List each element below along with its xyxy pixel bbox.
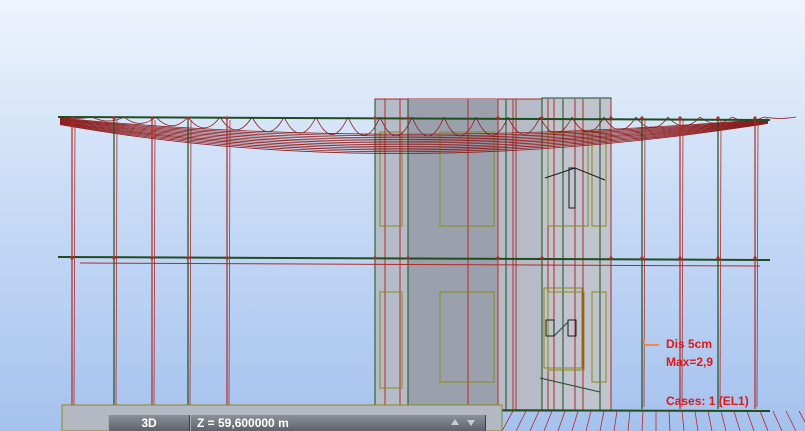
column-deformed bbox=[73, 119, 76, 408]
column-deformed bbox=[153, 119, 156, 408]
node bbox=[678, 256, 682, 260]
load-case-label: Cases: 1 (EL1) bbox=[666, 394, 749, 408]
max-value-label: Max=2,9 bbox=[666, 355, 714, 369]
node bbox=[112, 256, 116, 260]
ground-mesh-line bbox=[515, 410, 527, 431]
view-mode-indicator[interactable]: 3D bbox=[108, 415, 190, 431]
column-deformed bbox=[189, 119, 192, 408]
deformed-slab-mesh-line bbox=[251, 116, 285, 133]
node bbox=[678, 116, 682, 120]
ground-mesh-line bbox=[543, 410, 553, 431]
node bbox=[609, 256, 613, 260]
deformed-slab-mesh-line bbox=[763, 116, 797, 119]
node bbox=[640, 256, 644, 260]
node bbox=[753, 256, 757, 260]
ground-mesh-line bbox=[585, 410, 592, 431]
column-deformed bbox=[228, 119, 231, 408]
node bbox=[70, 116, 74, 120]
displacement-scale-icon bbox=[643, 340, 659, 346]
model-viewport[interactable]: Dis 5cm Max=2,9 Cases: 1 (EL1) 3D Z = 59… bbox=[0, 0, 805, 431]
ground-mesh-line bbox=[501, 410, 514, 431]
ground-mesh-line bbox=[557, 410, 566, 431]
arrow-up-icon[interactable] bbox=[451, 419, 459, 425]
node bbox=[186, 116, 190, 120]
node bbox=[186, 256, 190, 260]
ground-mesh-line bbox=[798, 410, 805, 423]
node bbox=[373, 116, 377, 120]
node bbox=[225, 256, 229, 260]
ground-mesh-line bbox=[599, 410, 605, 431]
z-coordinate-field[interactable]: Z = 59,600000 m bbox=[190, 415, 486, 431]
node bbox=[70, 256, 74, 260]
results-legend: Dis 5cm Max=2,9 Cases: 1 (EL1) bbox=[643, 337, 793, 417]
node bbox=[496, 116, 500, 120]
node bbox=[609, 116, 613, 120]
node bbox=[112, 116, 116, 120]
arrow-down-icon[interactable] bbox=[467, 420, 475, 426]
deformed-slab-mesh-line bbox=[283, 116, 317, 134]
node bbox=[406, 116, 410, 120]
displacement-scale-label: Dis 5cm bbox=[666, 337, 713, 351]
ground-mesh-line bbox=[613, 410, 618, 431]
ground-mesh-line bbox=[571, 410, 579, 431]
node bbox=[716, 116, 720, 120]
ground-mesh-line bbox=[627, 410, 631, 431]
node bbox=[640, 116, 644, 120]
node bbox=[225, 116, 229, 120]
view-statusbar: 3D Z = 59,600000 m bbox=[108, 415, 486, 431]
node bbox=[540, 116, 544, 120]
node bbox=[150, 116, 154, 120]
deformed-slab-mesh-line bbox=[315, 116, 349, 135]
node bbox=[406, 256, 410, 260]
node bbox=[373, 256, 377, 260]
node bbox=[496, 256, 500, 260]
ground-mesh-line bbox=[529, 410, 540, 431]
node bbox=[150, 256, 154, 260]
z-coordinate-value: Z = 59,600000 m bbox=[197, 416, 289, 430]
column-deformed bbox=[115, 119, 118, 408]
node bbox=[716, 256, 720, 260]
deformed-slab-mesh-line bbox=[219, 116, 253, 131]
node bbox=[540, 256, 544, 260]
node bbox=[753, 116, 757, 120]
